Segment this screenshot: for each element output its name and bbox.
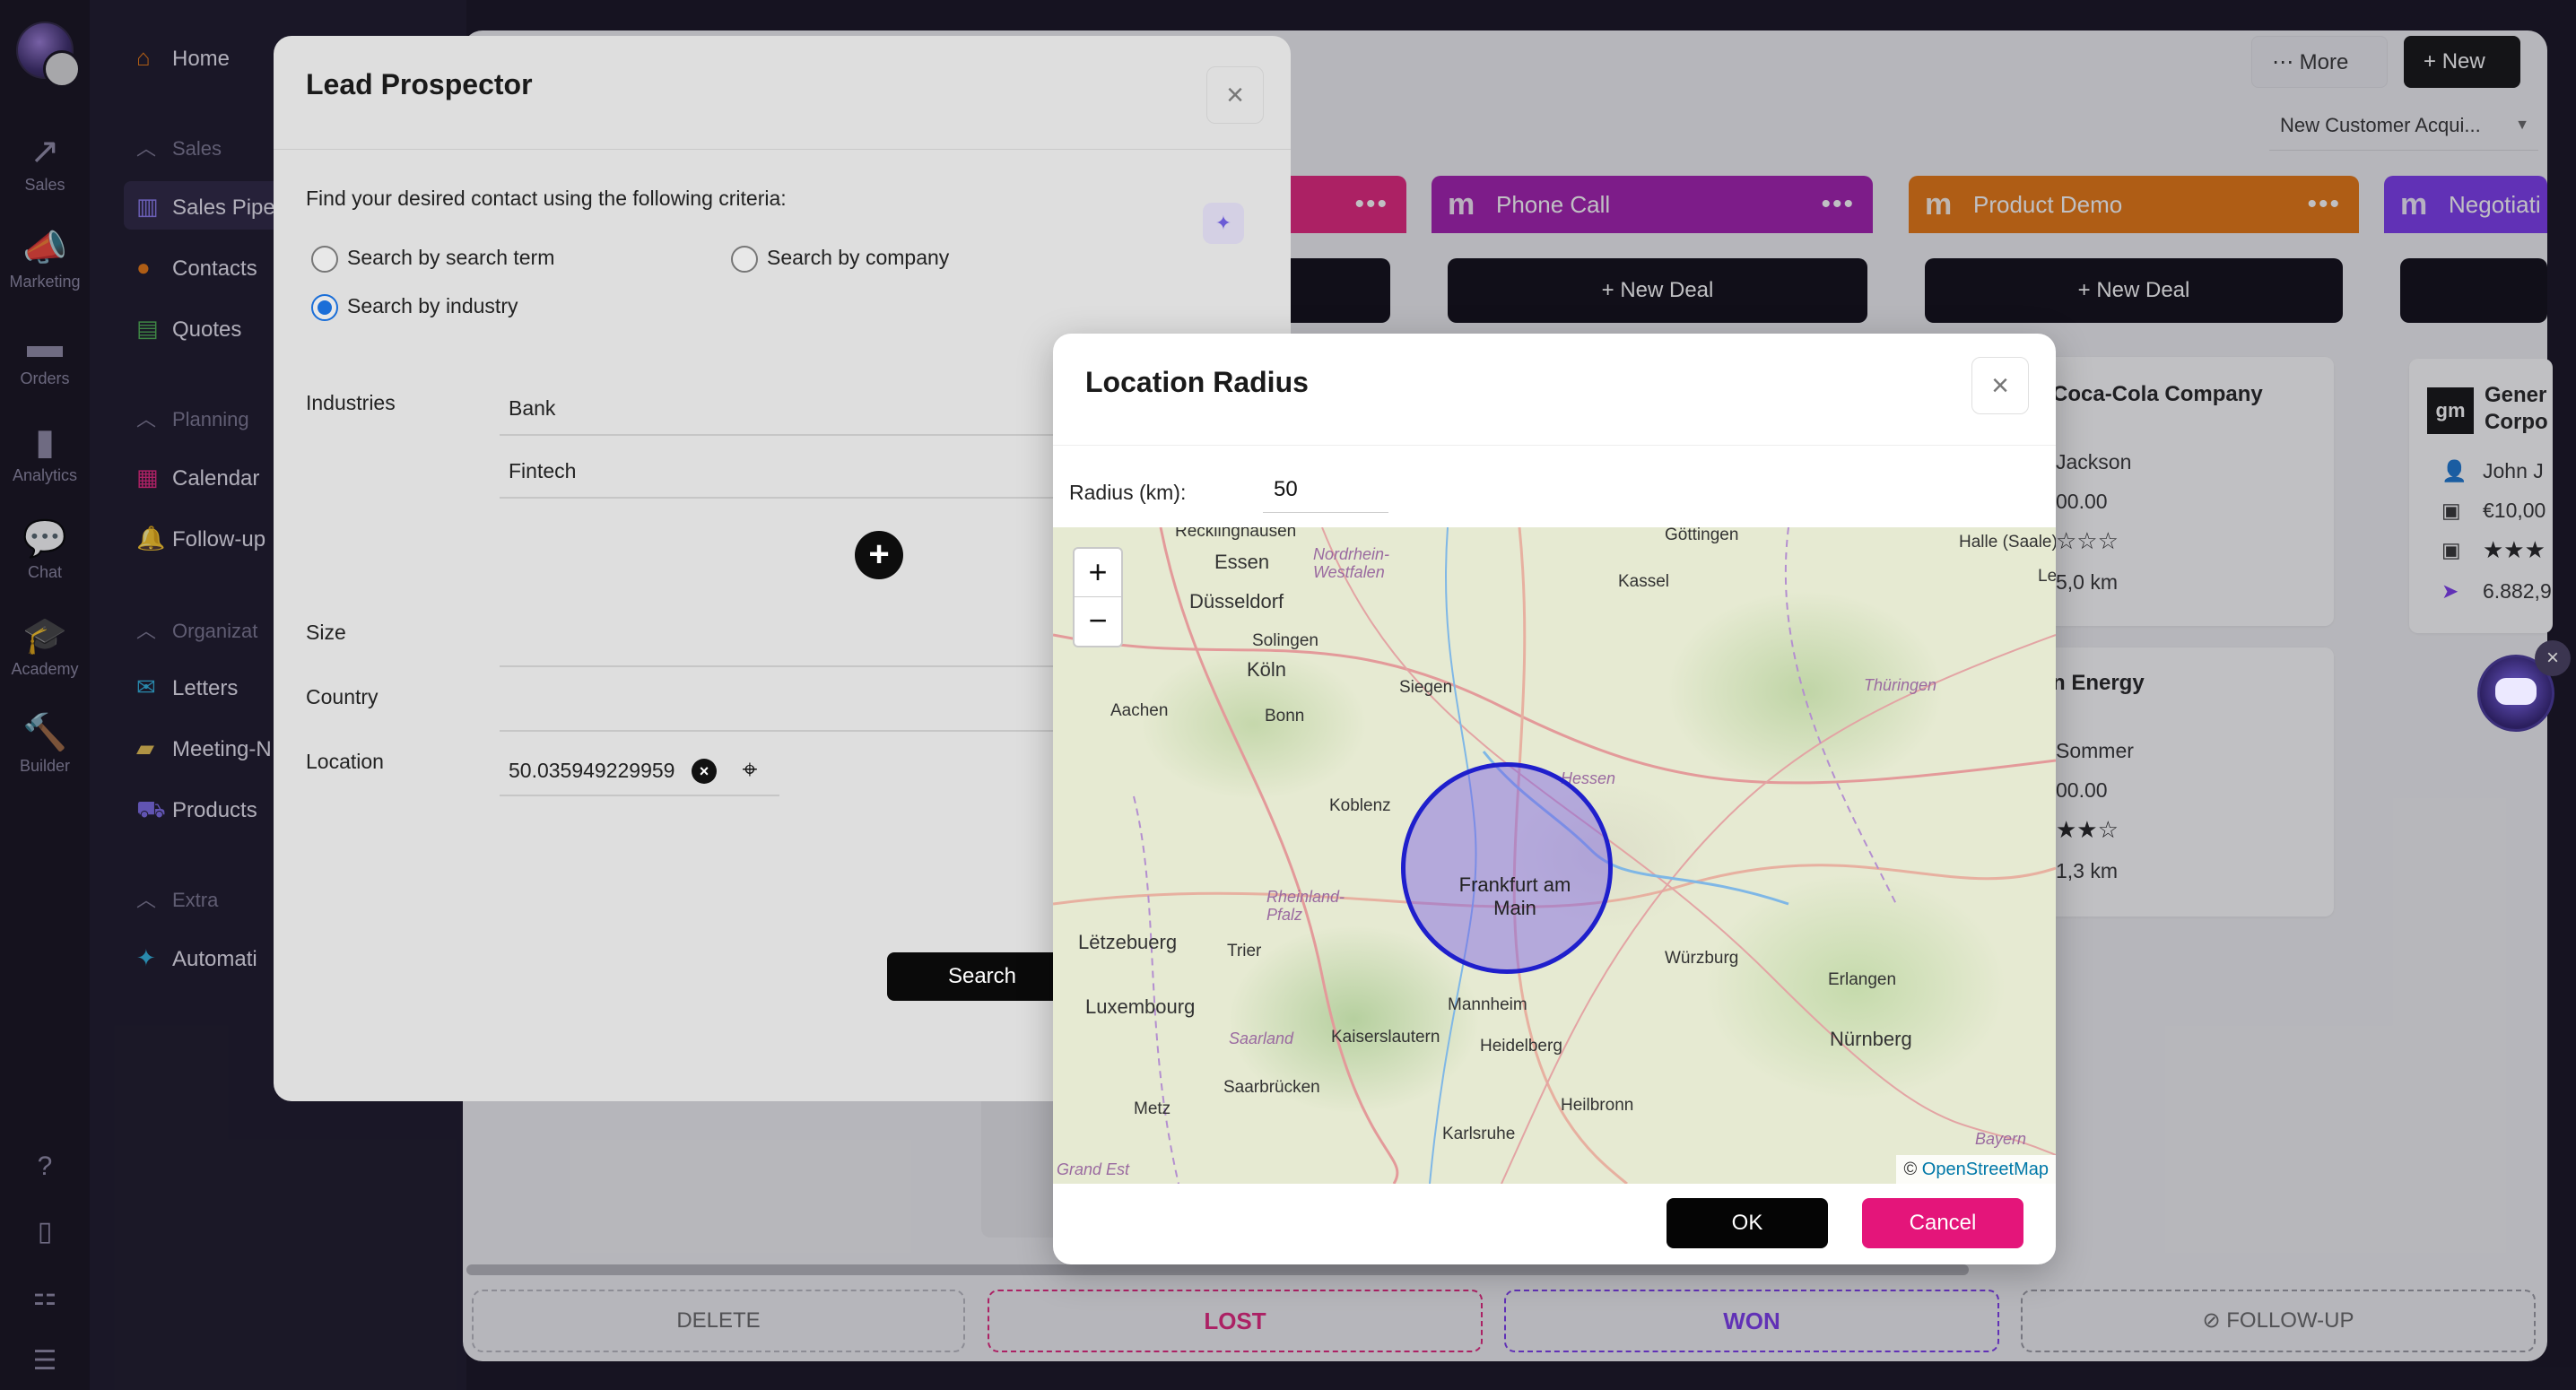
country-input[interactable] xyxy=(500,730,1074,732)
size-label: Size xyxy=(306,621,346,644)
map-label: Aachen xyxy=(1110,701,1169,720)
radius-input[interactable] xyxy=(1263,466,1388,513)
ai-sparkle-icon[interactable]: ✦ xyxy=(1203,203,1244,244)
search-button[interactable]: Search xyxy=(887,952,1077,1001)
radius-label: Radius (km): xyxy=(1069,481,1187,504)
zoom-out-button[interactable]: − xyxy=(1075,597,1121,646)
map-label: Luxembourg xyxy=(1085,995,1196,1018)
map-center-label: Frankfurt am Main xyxy=(1458,873,1571,919)
map-label: Göttingen xyxy=(1665,527,1739,544)
industry-value[interactable]: Bank xyxy=(509,396,555,421)
radio-search-term[interactable]: Search by search term xyxy=(311,246,554,273)
clear-icon[interactable]: × xyxy=(692,759,717,784)
map-label: Kaiserslautern xyxy=(1331,1028,1440,1047)
map-attribution: © OpenStreetMap xyxy=(1896,1155,2056,1184)
cancel-button[interactable]: Cancel xyxy=(1862,1198,2023,1248)
map-zoom-control: + − xyxy=(1073,547,1123,647)
robot-icon xyxy=(2495,678,2537,705)
map-label: Erlangen xyxy=(1828,970,1897,989)
map-label: Essen xyxy=(1214,551,1270,573)
map-region-label: Grand Est xyxy=(1057,1160,1130,1178)
industry-value[interactable]: Fintech xyxy=(509,459,576,483)
map-label: Mannheim xyxy=(1448,995,1527,1014)
map-label: Koblenz xyxy=(1329,796,1391,815)
map-region-label: Nordrhein-Westfalen xyxy=(1313,545,1390,581)
map-label: Solingen xyxy=(1252,631,1318,650)
location-input[interactable]: 50.035949229959 xyxy=(509,759,674,783)
divider xyxy=(1053,445,2056,446)
criteria-intro: Find your desired contact using the foll… xyxy=(306,187,787,210)
crosshair-icon[interactable]: ⌖ xyxy=(735,755,765,786)
map-label: Heidelberg xyxy=(1480,1037,1562,1056)
zoom-in-button[interactable]: + xyxy=(1075,549,1121,597)
map-label: Bonn xyxy=(1265,707,1305,725)
map-label: Heilbronn xyxy=(1561,1096,1634,1115)
map-label: Metz xyxy=(1134,1099,1171,1118)
map-label: Trier xyxy=(1227,942,1262,960)
map-region-label: Saarland xyxy=(1229,1029,1294,1047)
dialog-title: Location Radius xyxy=(1085,366,1309,398)
map-label: Halle (Saale) xyxy=(1959,533,2056,552)
radio-circle-selected xyxy=(311,294,338,321)
dialog-title: Lead Prospector xyxy=(306,68,533,100)
close-icon[interactable]: × xyxy=(2535,640,2571,676)
divider xyxy=(274,149,1291,150)
radio-circle xyxy=(311,246,338,273)
map-label: Saarbrücken xyxy=(1223,1078,1320,1097)
map-label: Lëtzebuerg xyxy=(1078,931,1178,953)
location-label: Location xyxy=(306,750,384,773)
map-view[interactable]: Recklinghausen Essen Düsseldorf Solingen… xyxy=(1053,527,2056,1184)
field-underline xyxy=(500,434,1074,436)
location-radius-dialog: Location Radius × Radius (km): Recklingh… xyxy=(1053,334,2056,1264)
radio-search-company[interactable]: Search by company xyxy=(731,246,949,273)
map-region-label: Bayern xyxy=(1975,1130,2027,1148)
industries-label: Industries xyxy=(306,391,396,414)
map-label: Siegen xyxy=(1399,678,1453,697)
size-input[interactable] xyxy=(500,665,1074,667)
add-industry-button[interactable]: + xyxy=(855,531,903,579)
country-label: Country xyxy=(306,685,379,708)
map-label: Düsseldorf xyxy=(1189,590,1284,612)
map-label: Nürnberg xyxy=(1830,1028,1912,1050)
radius-circle[interactable] xyxy=(1401,762,1613,974)
openstreetmap-link[interactable]: OpenStreetMap xyxy=(1922,1160,2049,1179)
map-label: Würzburg xyxy=(1665,949,1739,968)
field-underline xyxy=(500,497,1074,499)
map-region-label: Rheinland-Pfalz xyxy=(1266,888,1345,924)
close-icon[interactable]: × xyxy=(1206,66,1264,124)
close-icon[interactable]: × xyxy=(1971,357,2029,414)
map-label: Recklinghausen xyxy=(1175,527,1297,541)
map-label: Karlsruhe xyxy=(1442,1125,1516,1143)
radio-search-industry[interactable]: Search by industry xyxy=(311,294,518,321)
map-label: Le xyxy=(2038,567,2056,586)
map-label: Köln xyxy=(1247,658,1287,681)
field-underline xyxy=(500,795,779,796)
map-region-label: Thüringen xyxy=(1864,676,1937,694)
radio-circle xyxy=(731,246,758,273)
ok-button[interactable]: OK xyxy=(1667,1198,1828,1248)
map-label: Kassel xyxy=(1618,572,1670,591)
